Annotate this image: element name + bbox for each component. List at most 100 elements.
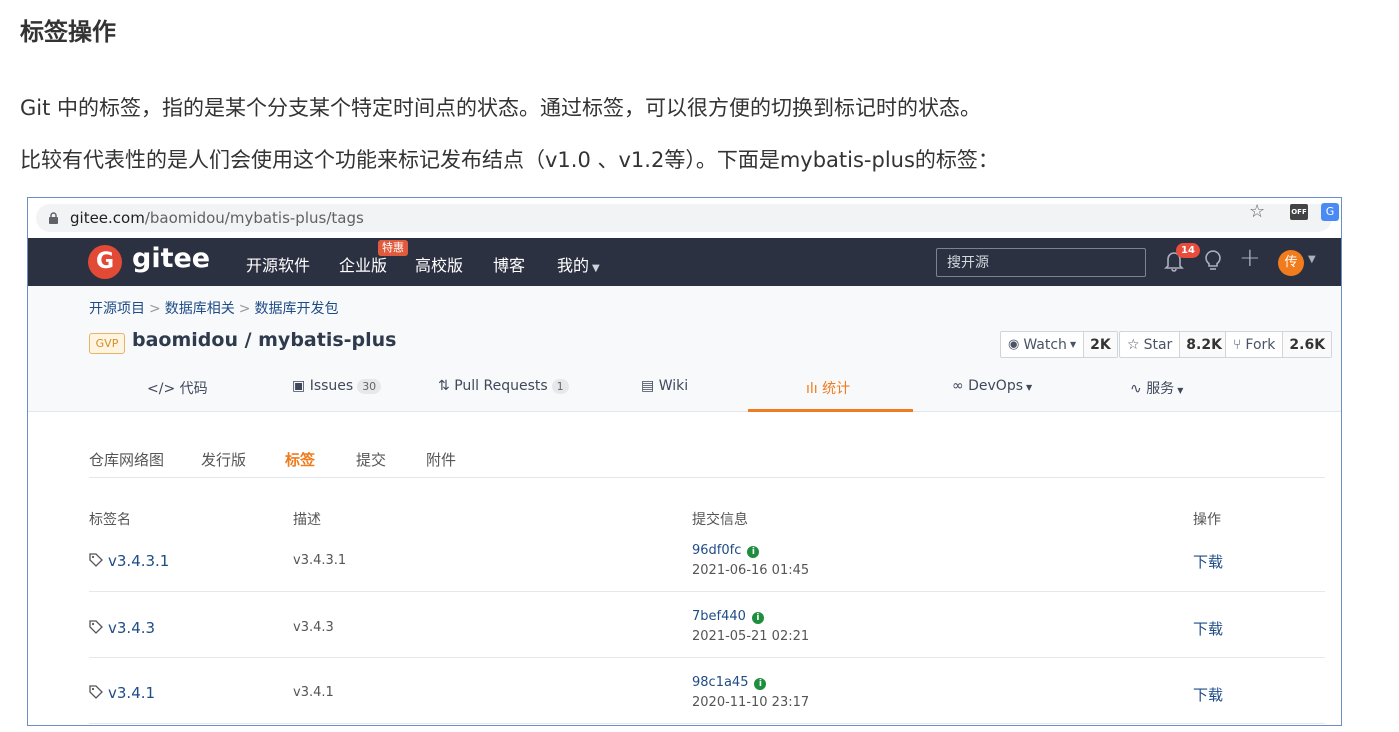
download-link[interactable]: 下载 <box>1193 618 1223 639</box>
column-header-tag-name: 标签名 <box>89 512 131 528</box>
plus-icon[interactable]: + <box>1239 243 1261 273</box>
tag-icon <box>89 685 103 699</box>
translate-extension-icon[interactable]: G <box>1321 203 1339 221</box>
lightbulb-icon[interactable] <box>1203 249 1223 273</box>
tag-name: v3.4.3 <box>108 619 156 637</box>
chevron-down-icon: ▼ <box>1069 340 1077 349</box>
search-input[interactable] <box>937 249 1145 276</box>
nav-mine-label: 我的 <box>557 256 590 275</box>
browser-screenshot: gitee.com/baomidou/mybatis-plus/tags ☆ O… <box>27 197 1342 726</box>
verified-icon: i <box>747 546 760 558</box>
verified-icon: i <box>754 678 767 690</box>
row-divider <box>89 591 1325 592</box>
commit-sha-link[interactable]: 96df0fc i <box>692 543 760 558</box>
star-count: 8.2K <box>1179 332 1228 357</box>
code-icon: </> <box>147 381 180 397</box>
fork-button[interactable]: ⑂ Fork 2.6K <box>1225 331 1333 358</box>
subtab-network[interactable]: 仓库网络图 <box>89 449 164 470</box>
nav-mine[interactable]: 我的 ▼ <box>557 252 600 276</box>
tab-pull-requests[interactable]: ⇅ Pull Requests 1 <box>438 378 569 394</box>
address-bar: gitee.com/baomidou/mybatis-plus/tags ☆ O… <box>28 198 1341 238</box>
eye-icon: ◉ <box>1008 337 1020 352</box>
pulse-icon: ∿ <box>1130 381 1147 397</box>
url-field[interactable]: gitee.com/baomidou/mybatis-plus/tags <box>36 204 1332 232</box>
tag-description: v3.4.1 <box>293 685 334 700</box>
subtab-tags[interactable]: 标签 <box>285 449 315 470</box>
chevron-down-icon[interactable]: ▼ <box>1308 254 1316 265</box>
commit-sha-link[interactable]: 98c1a45 i <box>692 675 767 690</box>
active-tab-indicator <box>748 409 913 412</box>
tab-issues[interactable]: ▣ Issues 30 <box>292 378 382 394</box>
repo-name[interactable]: baomidou / mybatis-plus <box>132 329 396 351</box>
url-host: gitee.com <box>70 209 145 227</box>
subtab-attachments[interactable]: 附件 <box>426 449 456 470</box>
nav-open-source[interactable]: 开源软件 <box>246 252 310 276</box>
tab-service[interactable]: ∿ 服务 ▼ <box>1130 378 1183 398</box>
gvp-badge: GVP <box>89 333 125 354</box>
watch-count: 2K <box>1083 332 1117 357</box>
tag-description: v3.4.3.1 <box>293 553 347 568</box>
tag-icon <box>89 553 103 567</box>
tag-link[interactable]: v3.4.3.1 <box>89 552 169 570</box>
user-avatar[interactable]: 传 <box>1278 250 1304 276</box>
verified-icon: i <box>751 612 764 624</box>
bar-chart-icon: ılı <box>806 381 823 397</box>
tag-name: v3.4.1 <box>108 684 156 702</box>
bookmark-star-icon[interactable]: ☆ <box>1249 201 1265 222</box>
tag-link[interactable]: v3.4.1 <box>89 684 155 702</box>
url-path: /baomidou/mybatis-plus/tags <box>144 209 364 227</box>
tag-description: v3.4.3 <box>293 620 334 635</box>
infinity-icon: ∞ <box>952 378 969 394</box>
notification-count-badge: 14 <box>1176 243 1200 258</box>
star-icon: ☆ <box>1127 336 1140 353</box>
gitee-logo-icon[interactable]: G <box>88 245 122 279</box>
watch-button[interactable]: ◉ Watch ▼ 2K <box>1000 331 1118 358</box>
tag-link[interactable]: v3.4.3 <box>89 619 155 637</box>
tab-devops[interactable]: ∞ DevOps ▼ <box>952 378 1032 394</box>
commit-date: 2020-11-10 23:17 <box>692 695 810 710</box>
download-link[interactable]: 下载 <box>1193 684 1223 705</box>
nav-blog[interactable]: 博客 <box>493 252 525 276</box>
tab-code[interactable]: </> 代码 <box>147 378 208 398</box>
pr-count: 1 <box>551 379 569 394</box>
tab-wiki[interactable]: ▤ Wiki <box>641 378 688 394</box>
search-box <box>936 248 1146 277</box>
commit-sha-link[interactable]: 7bef440 i <box>692 609 764 624</box>
breadcrumb-item[interactable]: 开源项目 <box>89 301 145 317</box>
example-paragraph: 比较有代表性的是人们会使用这个功能来标记发布结点（v1.0 、v1.2等）。下面… <box>20 148 999 172</box>
download-link[interactable]: 下载 <box>1193 551 1223 572</box>
section-title: 标签操作 <box>20 18 116 46</box>
tag-icon <box>89 620 103 634</box>
lock-icon <box>49 212 58 224</box>
extension-off-icon[interactable]: OFF <box>1290 204 1308 220</box>
enterprise-promo-badge: 特惠 <box>378 240 408 256</box>
issues-icon: ▣ <box>292 378 310 394</box>
divider <box>89 477 1325 478</box>
breadcrumb-item[interactable]: 数据库开发包 <box>254 301 338 317</box>
tab-stats[interactable]: ılı 统计 <box>806 378 850 398</box>
tag-name: v3.4.3.1 <box>108 552 170 570</box>
pull-request-icon: ⇅ <box>438 378 455 394</box>
subtab-commits[interactable]: 提交 <box>356 449 386 470</box>
row-divider <box>89 657 1325 658</box>
chevron-down-icon: ▼ <box>1026 383 1033 392</box>
chevron-down-icon: ▼ <box>592 263 600 274</box>
chevron-down-icon: ▼ <box>1177 386 1184 395</box>
star-button[interactable]: ☆ Star 8.2K <box>1119 331 1229 358</box>
breadcrumb: 开源项目 > 数据库相关 > 数据库开发包 <box>89 301 339 317</box>
column-header-commit-info: 提交信息 <box>692 512 748 528</box>
nav-university[interactable]: 高校版 <box>415 252 463 276</box>
commit-date: 2021-06-16 01:45 <box>692 563 810 578</box>
repo-header: 开源项目 > 数据库相关 > 数据库开发包 GVP baomidou / mybatis… <box>28 286 1341 412</box>
column-header-description: 描述 <box>293 512 321 528</box>
subtab-releases[interactable]: 发行版 <box>201 449 246 470</box>
gitee-navbar: G gitee 开源软件 企业版 特惠 高校版 博客 我的▼ 14 + 传 ▼ <box>28 238 1341 286</box>
gitee-logo-text[interactable]: gitee <box>132 243 210 274</box>
fork-label: Fork <box>1245 336 1276 353</box>
watch-label: Watch <box>1023 336 1067 353</box>
repo-tabs: </> 代码 ▣ Issues 30 ⇅ Pull Requests 1 ▤ Wik… <box>28 374 1341 412</box>
row-divider <box>89 723 1325 724</box>
breadcrumb-item[interactable]: 数据库相关 <box>165 301 235 317</box>
star-label: Star <box>1143 336 1173 353</box>
commit-date: 2021-05-21 02:21 <box>692 629 810 644</box>
